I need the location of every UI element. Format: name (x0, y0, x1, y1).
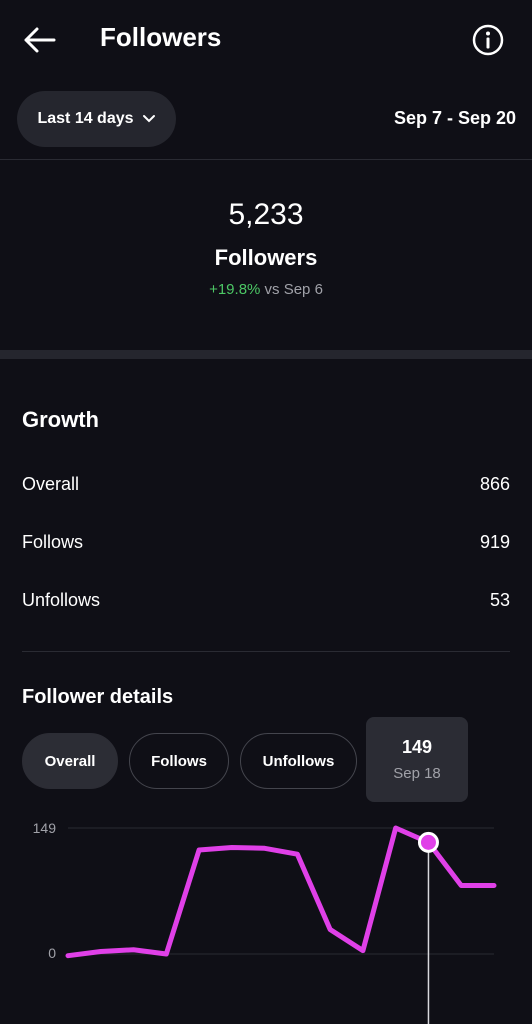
growth-row-follows-label: Follows (22, 532, 84, 552)
tab-overall[interactable]: Overall (22, 733, 118, 789)
growth-row-unfollows-value: 53 (489, 590, 510, 610)
date-range-dropdown-label: Last 14 days (37, 110, 134, 127)
follower-details-title: Follower details (22, 686, 174, 708)
info-button[interactable] (470, 22, 506, 58)
growth-row-unfollows-label: Unfollows (22, 590, 101, 610)
total-followers-value: 5,233 (228, 198, 304, 231)
change-percent: +19.8% (209, 281, 261, 298)
followers-line-chart (65, 825, 497, 1024)
change-suffix: vs Sep 6 (264, 281, 323, 298)
growth-title: Growth (22, 407, 99, 432)
date-range-dropdown[interactable]: Last 14 days (17, 91, 176, 147)
page-title: Followers (100, 22, 222, 52)
divider (0, 159, 532, 160)
divider (22, 651, 510, 652)
back-button[interactable] (20, 22, 60, 58)
chevron-down-icon (142, 115, 155, 123)
growth-row-follows-value: 919 (479, 532, 510, 552)
back-arrow-icon (24, 27, 56, 53)
tooltip-date: Sep 18 (393, 765, 441, 782)
growth-row-overall-value: 866 (479, 474, 510, 494)
tab-unfollows[interactable]: Unfollows (240, 733, 357, 789)
tab-follows[interactable]: Follows (129, 733, 229, 789)
total-followers-label: Followers (214, 245, 318, 270)
date-range-text: Sep 7 - Sep 20 (393, 108, 516, 128)
chart-tooltip: 149 Sep 18 (366, 717, 468, 802)
section-separator (0, 350, 532, 359)
tooltip-value: 149 (401, 737, 433, 757)
info-icon (472, 24, 504, 56)
followers-change: +19.8% vs Sep 6 (0, 281, 532, 298)
growth-row-overall-label: Overall (22, 474, 80, 494)
highlighted-data-point[interactable] (417, 831, 439, 853)
